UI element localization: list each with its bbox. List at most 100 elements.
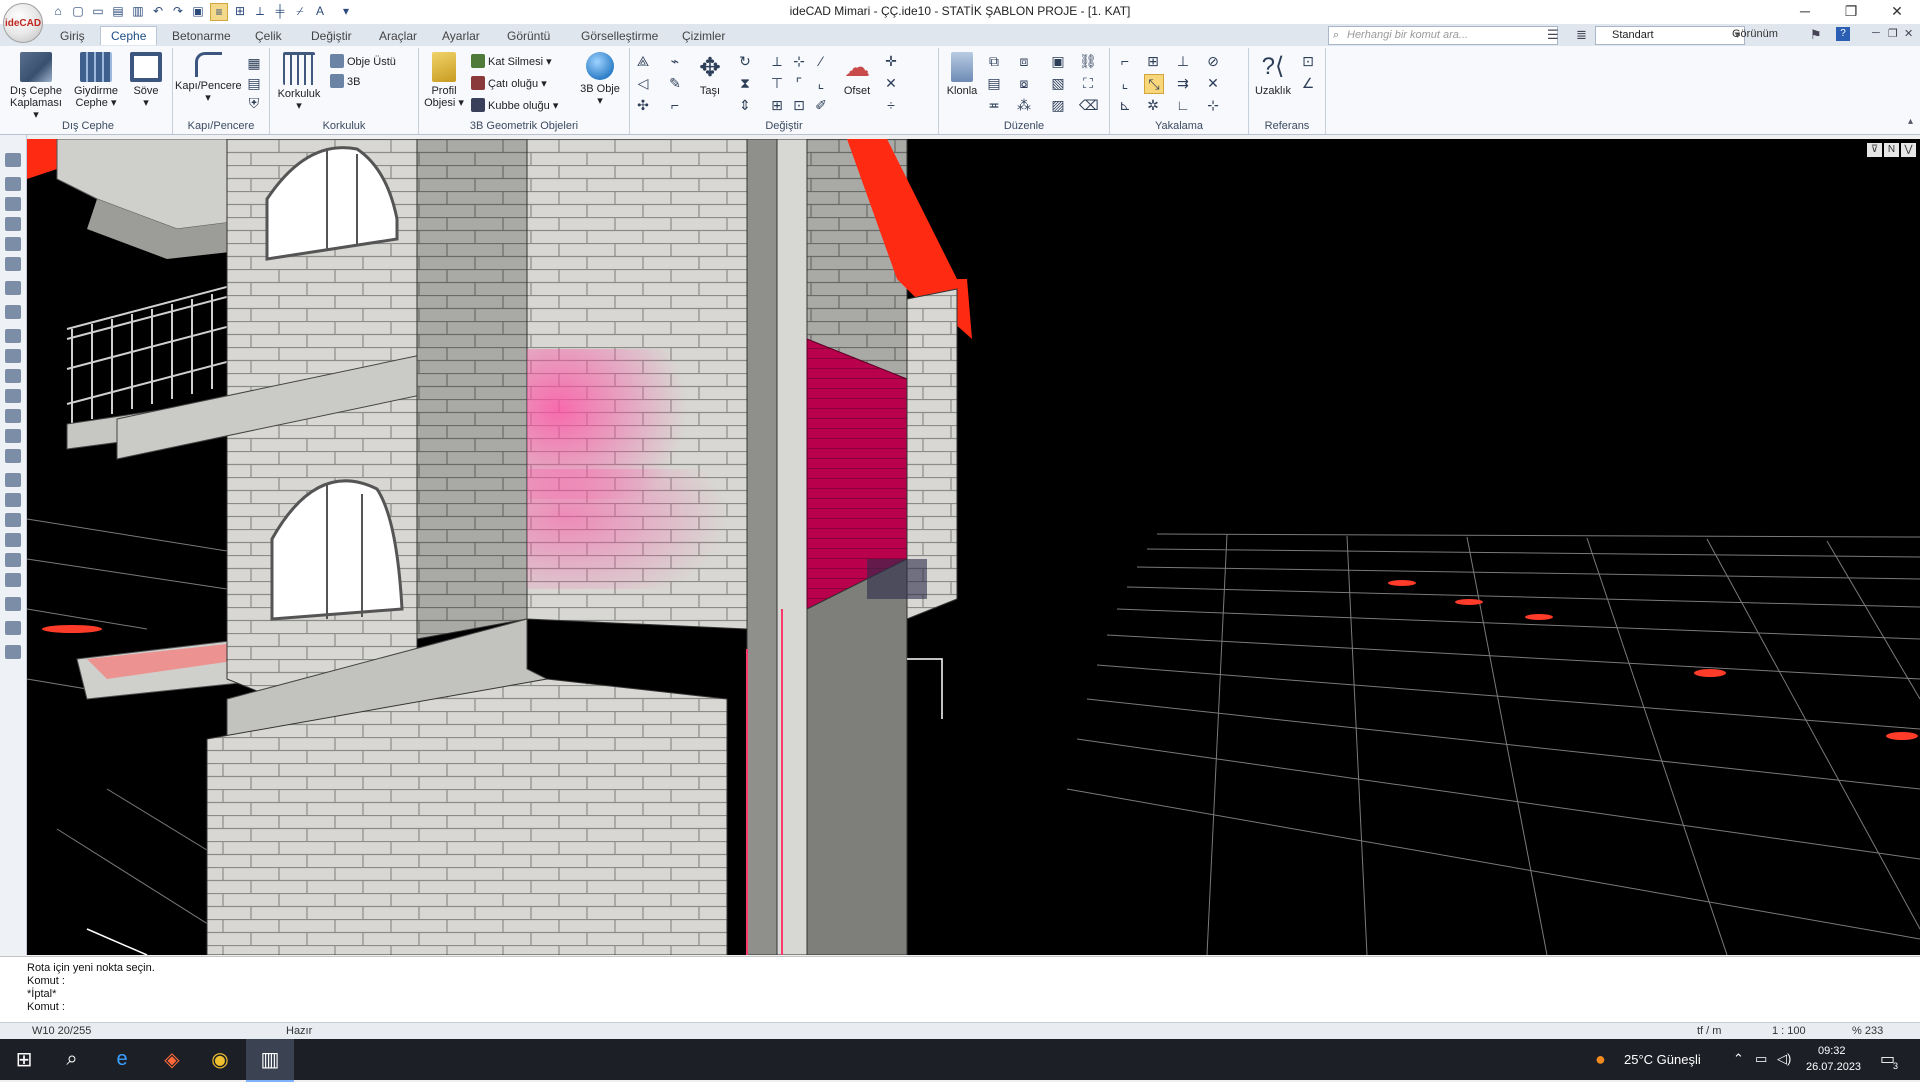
close-button[interactable]: ✕ xyxy=(1874,0,1920,24)
tool-array-icon[interactable] xyxy=(5,369,21,383)
kat-silmesi-button[interactable]: Kat Silmesi ▾ xyxy=(471,54,552,70)
layer-change-icon[interactable]: ≖ xyxy=(985,96,1003,114)
giydirme-cephe-button[interactable]: Giydirme Cephe ▾ xyxy=(70,52,122,109)
snap-nearest-icon[interactable]: ✲ xyxy=(1144,96,1162,114)
profil-objesi-button[interactable]: Profil Objesi ▾ xyxy=(421,52,467,109)
tool-node-icon[interactable] xyxy=(5,449,21,463)
explode-icon[interactable]: ✣ xyxy=(634,96,652,114)
internet-explorer-icon[interactable]: e xyxy=(98,1039,146,1080)
klonla-button[interactable]: Klonla xyxy=(941,52,983,97)
tool-binoculars-icon[interactable] xyxy=(5,645,21,659)
ribbon-close-icon[interactable]: ✕ xyxy=(1904,27,1913,40)
tool-section-icon[interactable] xyxy=(5,533,21,547)
scale-icon[interactable]: ⊡ xyxy=(790,96,808,114)
weather-text[interactable]: 25°C Güneşli xyxy=(1624,1052,1701,1067)
tool-help-icon[interactable] xyxy=(5,281,21,295)
obje-ustu-button[interactable]: Obje Üstü xyxy=(330,54,396,70)
korkuluk-3b-button[interactable]: 3B xyxy=(330,74,360,90)
group-icon[interactable]: ⧈ xyxy=(1015,52,1033,70)
weather-icon[interactable]: ● xyxy=(1595,1049,1606,1070)
stretch-icon[interactable]: ⇕ xyxy=(736,96,754,114)
minimize-button[interactable]: ─ xyxy=(1782,0,1828,24)
app-red-icon[interactable]: ◈ xyxy=(148,1039,196,1080)
tool-pen-icon[interactable] xyxy=(5,473,21,487)
ribbon-restore-icon[interactable]: ❐ xyxy=(1888,27,1898,40)
align-icon[interactable]: ⟁ xyxy=(634,52,652,70)
snap-ortho-icon[interactable]: ∟ xyxy=(1174,96,1192,114)
style-select[interactable]: Standart ▾ xyxy=(1595,26,1745,45)
snap-node-icon[interactable]: ⊾ xyxy=(1116,96,1134,114)
tasi-button[interactable]: ✥ Taşı xyxy=(688,52,732,97)
view-dropdown-icon[interactable]: ⋁ xyxy=(1901,143,1916,157)
erase-icon[interactable]: ⌫ xyxy=(1079,96,1099,114)
chrome-icon[interactable]: ◉ xyxy=(196,1039,244,1080)
tool-beam-icon[interactable] xyxy=(5,217,21,231)
corner-icon[interactable]: ⌜ xyxy=(790,74,808,92)
angle-icon[interactable]: ∠ xyxy=(1299,74,1317,92)
match-icon[interactable]: ⌐ xyxy=(666,96,684,114)
split-icon[interactable]: ✛ xyxy=(882,52,900,70)
snap-grid-icon[interactable]: ⊞ xyxy=(1144,52,1162,70)
clock-date[interactable]: 26.07.2023 xyxy=(1806,1061,1861,1073)
snap-endpoint-icon[interactable]: ⌐ xyxy=(1116,52,1134,70)
tool-move-icon[interactable] xyxy=(5,389,21,403)
properties-match-icon[interactable]: ▨ xyxy=(1049,96,1067,114)
pipette-icon[interactable]: ✎ xyxy=(666,74,684,92)
eraser-icon[interactable]: ◁ xyxy=(634,74,652,92)
ungroup-icon[interactable]: ⧇ xyxy=(1015,74,1033,92)
snap-active-icon[interactable]: ⤡ xyxy=(1144,74,1164,94)
command-search-input[interactable]: ⌕ Herhangi bir komut ara... xyxy=(1328,26,1558,45)
3b-obje-button[interactable]: 3B Obje ▾ xyxy=(577,52,623,107)
tool-auto-icon[interactable] xyxy=(5,621,21,635)
command-input[interactable]: Komut : xyxy=(27,1001,65,1013)
snap-corner-icon[interactable]: ⌞ xyxy=(1116,74,1134,92)
layer-state-icon[interactable]: ≣ xyxy=(1576,27,1587,43)
link-icon[interactable]: ⛓ xyxy=(1079,52,1097,70)
tool-wall-icon[interactable] xyxy=(5,237,21,251)
tool-properties-icon[interactable] xyxy=(5,153,21,167)
pin-icon[interactable]: ⚑ xyxy=(1810,27,1822,43)
send-back-icon[interactable]: ▧ xyxy=(1049,74,1067,92)
tool-copy-icon[interactable] xyxy=(5,349,21,363)
divide-icon[interactable]: ÷ xyxy=(882,96,900,114)
dis-cephe-kaplamasi-button[interactable]: Dış Cephe Kaplaması ▾ xyxy=(6,52,66,121)
mirror-icon[interactable]: ⧗ xyxy=(736,74,754,92)
search-icon[interactable]: ⌕ xyxy=(48,1039,96,1080)
3d-viewport[interactable]: ⊽ N ⋁ xyxy=(27,139,1920,955)
tool-roof-icon[interactable] xyxy=(5,513,21,527)
tool-edit-icon[interactable] xyxy=(5,573,21,587)
trim-tool-icon[interactable]: ⊹ xyxy=(790,52,808,70)
layers-icon[interactable]: ☰ xyxy=(1547,27,1559,43)
extend-icon[interactable]: ⟂ xyxy=(768,52,786,70)
status-unit[interactable]: tf / m xyxy=(1697,1025,1721,1037)
volume-icon[interactable]: ◁) xyxy=(1777,1051,1791,1067)
brush-icon[interactable]: ⌁ xyxy=(666,52,684,70)
idecad-taskbar-icon[interactable]: ▥ xyxy=(246,1039,294,1082)
copy-icon[interactable]: ⧉ xyxy=(985,52,1003,70)
north-icon[interactable]: N xyxy=(1884,143,1899,157)
clock-time[interactable]: 09:32 xyxy=(1818,1045,1846,1057)
tool-book-icon[interactable] xyxy=(5,429,21,443)
tool-slab-icon[interactable] xyxy=(5,257,21,271)
ribbon-collapse-icon[interactable]: ▴ xyxy=(1908,116,1913,127)
break-icon[interactable]: ⁄ xyxy=(812,52,830,70)
ofset-button[interactable]: ☁ Ofset xyxy=(836,52,878,97)
filter-icon[interactable]: ⊽ xyxy=(1867,143,1882,157)
ribbon-minimize-icon[interactable]: ─ xyxy=(1872,27,1880,39)
door-list-icon[interactable]: ▤ xyxy=(245,74,263,92)
snap-midpoint-icon[interactable]: ⊹ xyxy=(1204,96,1222,114)
tool-stair-icon[interactable] xyxy=(5,329,21,343)
tab-giris[interactable]: Giriş xyxy=(50,27,95,45)
status-scale[interactable]: 1 : 100 xyxy=(1772,1025,1806,1037)
tool-group-icon[interactable] xyxy=(5,409,21,423)
snap-intersection-icon[interactable]: ✕ xyxy=(1204,74,1222,92)
window-icon[interactable]: ▦ xyxy=(245,54,263,72)
tab-celik[interactable]: Çelik xyxy=(245,27,292,45)
kubbe-olugu-button[interactable]: Kubbe oluğu ▾ xyxy=(471,98,558,114)
area-icon[interactable]: ⊡ xyxy=(1299,52,1317,70)
app-logo[interactable]: ideCAD xyxy=(3,3,43,43)
tool-column-icon[interactable] xyxy=(5,197,21,211)
snap-parallel-icon[interactable]: ⇉ xyxy=(1174,74,1192,92)
tool-frame-icon[interactable] xyxy=(5,493,21,507)
join-icon[interactable]: ✕ xyxy=(882,74,900,92)
